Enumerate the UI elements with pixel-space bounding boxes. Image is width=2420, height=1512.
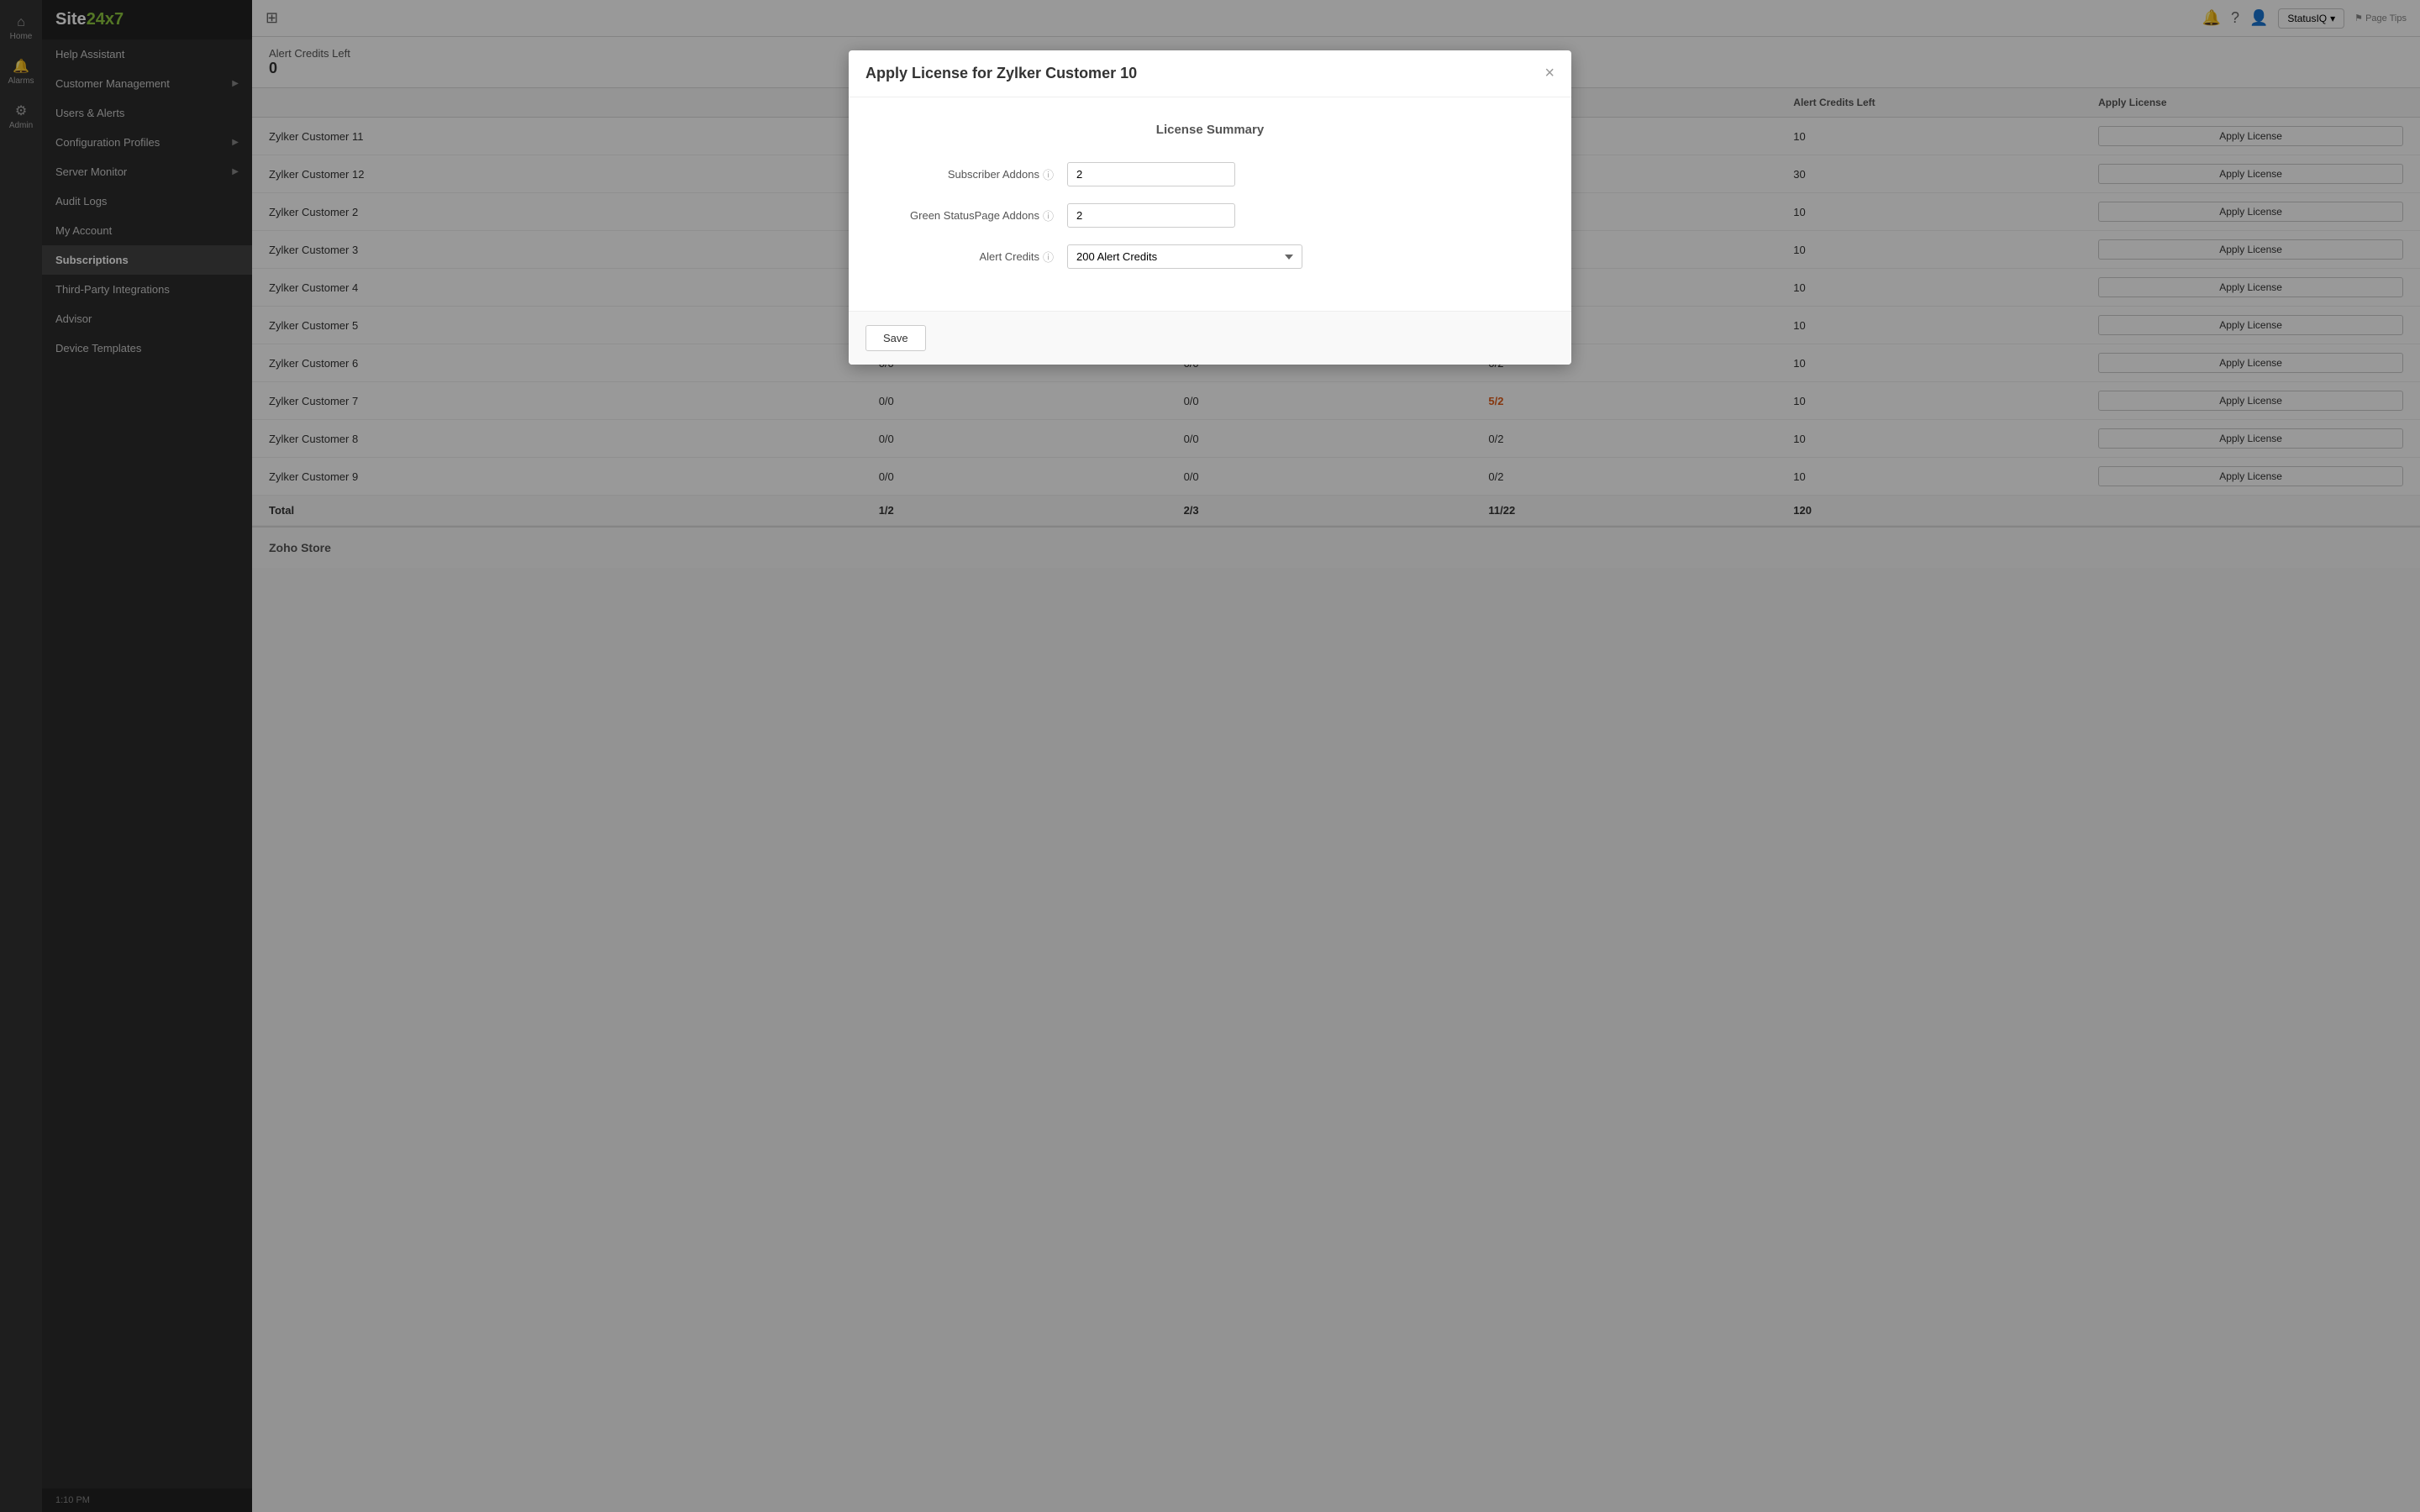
modal-body: License Summary Subscriber Addons ⓘ Gree…	[849, 97, 1571, 311]
green-statuspage-addons-input[interactable]	[1067, 203, 1235, 228]
green-statuspage-addons-label: Green StatusPage Addons ⓘ	[882, 207, 1067, 223]
modal-footer: Save	[849, 311, 1571, 365]
subscriber-addons-info-icon[interactable]: ⓘ	[1043, 166, 1054, 182]
alert-credits-label: Alert Credits ⓘ	[882, 249, 1067, 265]
alert-credits-info-icon[interactable]: ⓘ	[1043, 249, 1054, 265]
apply-license-modal: Apply License for Zylker Customer 10 × L…	[849, 50, 1571, 365]
modal-header: Apply License for Zylker Customer 10 ×	[849, 50, 1571, 97]
subscriber-addons-input[interactable]	[1067, 162, 1235, 186]
subscriber-addons-label: Subscriber Addons ⓘ	[882, 166, 1067, 182]
modal-title: Apply License for Zylker Customer 10	[865, 65, 1137, 82]
green-statuspage-addons-info-icon[interactable]: ⓘ	[1043, 207, 1054, 223]
modal-section-title: License Summary	[882, 123, 1538, 137]
green-statuspage-addons-row: Green StatusPage Addons ⓘ	[882, 203, 1538, 228]
alert-credits-select[interactable]: 200 Alert Credits 100 Alert Credits 500 …	[1067, 244, 1302, 269]
save-button[interactable]: Save	[865, 325, 926, 351]
modal-close-button[interactable]: ×	[1544, 64, 1555, 83]
modal-overlay[interactable]: Apply License for Zylker Customer 10 × L…	[0, 0, 2420, 1512]
alert-credits-row: Alert Credits ⓘ 200 Alert Credits 100 Al…	[882, 244, 1538, 269]
subscriber-addons-row: Subscriber Addons ⓘ	[882, 162, 1538, 186]
